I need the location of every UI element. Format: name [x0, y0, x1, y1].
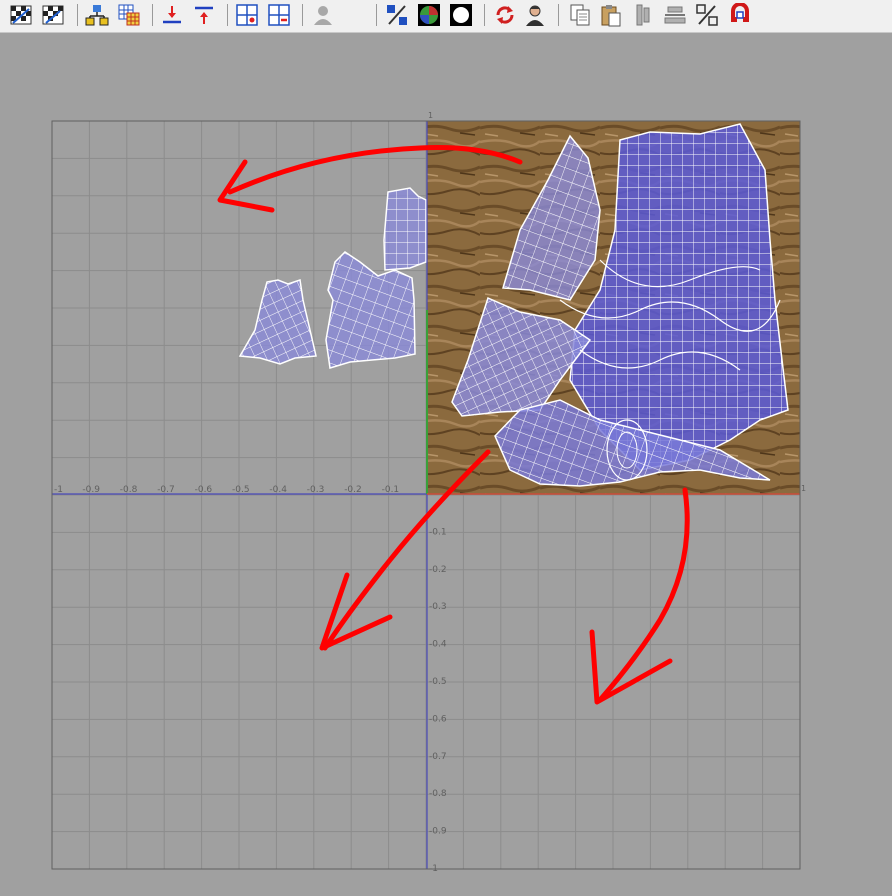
toolbar-separator [558, 4, 559, 26]
user-gray-icon [310, 2, 336, 28]
y-axis-label: -0.3 [429, 602, 447, 612]
uv-toolbar [0, 0, 892, 33]
paste-icon[interactable] [598, 2, 624, 28]
align-vertical-icon[interactable] [630, 2, 656, 28]
y-axis-label: -0.2 [429, 565, 447, 575]
x-axis-label: -1 [54, 485, 63, 495]
grid-remove-icon[interactable] [266, 2, 292, 28]
y-axis-label: -0.5 [429, 677, 447, 687]
circle-mask-icon[interactable] [448, 2, 474, 28]
x-axis-label: -0.4 [269, 485, 287, 495]
y-axis-label: -0.7 [429, 752, 447, 762]
align-horizontal-icon[interactable] [662, 2, 688, 28]
x-axis-label: -0.7 [157, 485, 175, 495]
y-axis-label: -0.9 [429, 827, 447, 837]
user-icon[interactable] [522, 2, 548, 28]
x-axis-label: -0.9 [82, 485, 100, 495]
magnet-icon[interactable] [727, 2, 753, 28]
toolbar-separator [302, 4, 303, 26]
y-axis-label: -0.6 [429, 714, 447, 724]
x-axis-label: -0.5 [232, 485, 250, 495]
y-axis-label: -1 [429, 864, 438, 874]
grid-add-icon[interactable] [234, 2, 260, 28]
checker-map-icon[interactable] [8, 2, 34, 28]
hierarchy-icon[interactable] [84, 2, 110, 28]
top-label: 1 [428, 111, 433, 120]
x-axis-label: -0.1 [382, 485, 400, 495]
toolbar-separator [484, 4, 485, 26]
arrow-up-line-icon[interactable] [191, 2, 217, 28]
uv-viewport[interactable]: -1 -0.9 -0.8 -0.7 -0.6 -0.5 -0.4 -0.3 -0.2 -0.1 -… [0, 33, 892, 892]
right-label: 1 [801, 484, 806, 493]
grid-tiles-icon[interactable] [116, 2, 142, 28]
refresh-icon[interactable] [492, 2, 518, 28]
arrow-down-line-icon[interactable] [159, 2, 185, 28]
toolbar-separator [152, 4, 153, 26]
y-axis-label: -0.1 [429, 527, 447, 537]
percent-map-icon[interactable] [384, 2, 410, 28]
y-axis-label: -0.4 [429, 640, 447, 650]
checker-map-alt-icon[interactable] [40, 2, 66, 28]
uv-canvas[interactable]: -1 -0.9 -0.8 -0.7 -0.6 -0.5 -0.4 -0.3 -0.2 -0.1 -… [0, 33, 892, 892]
x-axis-label: -0.6 [195, 485, 213, 495]
toolbar-separator [77, 4, 78, 26]
y-axis-label: -0.8 [429, 789, 447, 799]
x-axis-label: -0.2 [344, 485, 362, 495]
toolbar-separator [227, 4, 228, 26]
texture-sphere-icon[interactable] [416, 2, 442, 28]
toolbar-separator [376, 4, 377, 26]
copy-icon[interactable] [567, 2, 593, 28]
x-axis-label: -0.3 [307, 485, 325, 495]
percent-icon[interactable] [694, 2, 720, 28]
x-axis-label: -0.8 [120, 485, 138, 495]
